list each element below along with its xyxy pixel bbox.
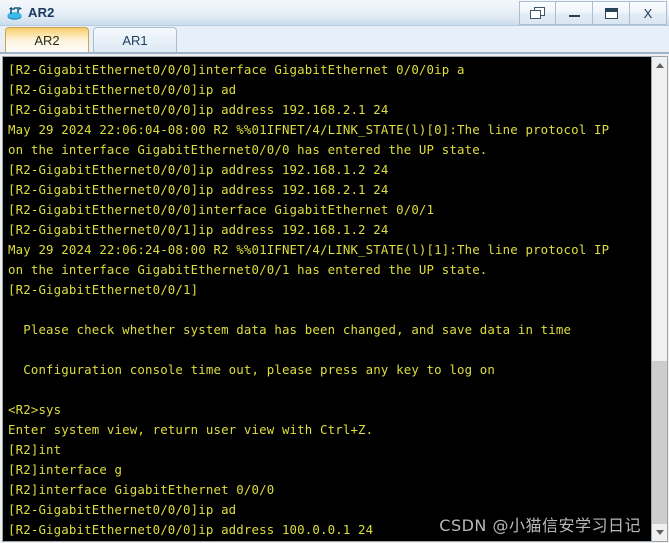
- console-line: [R2-GigabitEthernet0/0/0]ip address 192.…: [8, 182, 389, 197]
- cli-window: AR2 X AR2 AR1 [R2-GigabitEthernet0/0/0]i…: [0, 0, 669, 543]
- cascade-windows-icon: [530, 6, 545, 20]
- tab-ar1[interactable]: AR1: [93, 27, 177, 52]
- minimize-icon: [568, 15, 580, 17]
- console-line: [R2-GigabitEthernet0/0/0]interface Gigab…: [8, 62, 465, 77]
- console-output[interactable]: [R2-GigabitEthernet0/0/0]interface Gigab…: [2, 56, 651, 542]
- vertical-scrollbar[interactable]: [651, 56, 668, 542]
- console-line: Enter system view, return user view with…: [8, 422, 374, 437]
- chevron-up-icon: [655, 63, 664, 68]
- close-icon: X: [643, 5, 653, 21]
- console-line: on the interface GigabitEthernet0/0/0 ha…: [8, 142, 488, 157]
- console-line: [R2-GigabitEthernet0/0/0]ip address 192.…: [8, 102, 389, 117]
- console-line: [R2-GigabitEthernet0/0/0]ip ad: [8, 82, 237, 97]
- window-title: AR2: [28, 5, 55, 20]
- console-line: [R2]int: [8, 442, 62, 457]
- terminal-area: [R2-GigabitEthernet0/0/0]interface Gigab…: [0, 54, 669, 543]
- console-line: [R2-GigabitEthernet0/0/0]ip address 192.…: [8, 162, 389, 177]
- close-button[interactable]: X: [630, 1, 667, 25]
- maximize-icon: [604, 7, 618, 19]
- maximize-button[interactable]: [593, 1, 630, 25]
- console-line: Configuration console time out, please p…: [8, 362, 496, 377]
- console-line: [R2-GigabitEthernet0/0/0]rip: [8, 540, 651, 541]
- chevron-down-icon: [655, 530, 664, 535]
- console-line: [R2]interface g: [8, 462, 123, 477]
- console-line: May 29 2024 22:06:24-08:00 R2 %%01IFNET/…: [8, 242, 610, 257]
- console-line: May 29 2024 22:06:04-08:00 R2 %%01IFNET/…: [8, 122, 610, 137]
- tab-ar2-label: AR2: [34, 32, 60, 48]
- window-controls: X: [519, 1, 667, 25]
- console-lines: [R2-GigabitEthernet0/0/0]interface Gigab…: [3, 57, 651, 541]
- minimize-button[interactable]: [556, 1, 593, 25]
- console-line: <R2>sys: [8, 402, 62, 417]
- tab-ar1-label: AR1: [122, 32, 148, 48]
- router-icon: [6, 4, 24, 22]
- console-line: on the interface GigabitEthernet0/0/1 ha…: [8, 262, 488, 277]
- console-line: [R2-GigabitEthernet0/0/0]interface Gigab…: [8, 202, 435, 217]
- title-bar: AR2 X: [0, 0, 669, 26]
- scroll-down-button[interactable]: [652, 524, 667, 541]
- tab-ar2[interactable]: AR2: [5, 27, 89, 52]
- console-line: [R2-GigabitEthernet0/0/1]: [8, 282, 199, 297]
- console-line: [R2-GigabitEthernet0/0/1]ip address 192.…: [8, 222, 389, 237]
- scrollbar-thumb[interactable]: [652, 361, 667, 526]
- scrollbar-track[interactable]: [652, 74, 667, 526]
- scroll-up-button[interactable]: [652, 57, 667, 74]
- watermark: CSDN @小猫信安学习日记: [439, 516, 641, 535]
- tab-strip: AR2 AR1: [0, 26, 669, 54]
- console-line: Please check whether system data has bee…: [8, 322, 572, 337]
- console-line: [R2]interface GigabitEthernet 0/0/0: [8, 482, 275, 497]
- restore-window-button[interactable]: [519, 1, 556, 25]
